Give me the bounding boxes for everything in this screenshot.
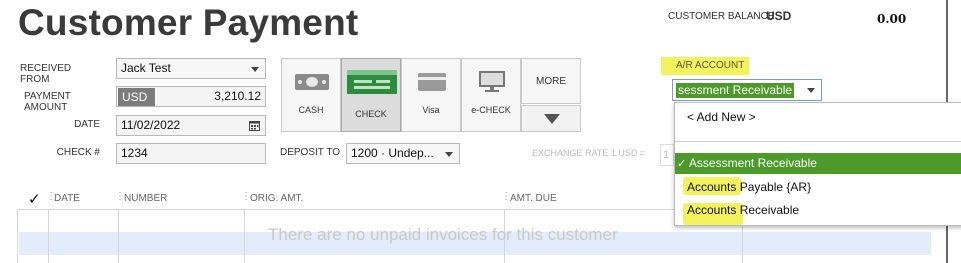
dropdown-separator	[675, 141, 961, 142]
payment-method-echeck[interactable]: e-CHECK	[461, 58, 521, 132]
column-divider	[48, 210, 49, 263]
column-date[interactable]: DATE	[54, 193, 80, 204]
exchange-rate-label: EXCHANGE RATE 1 USD =	[532, 148, 646, 158]
ar-account-dropdown: < Add New > ✓ Assessment Receivable Acco…	[674, 102, 961, 226]
ar-account-select[interactable]: sessment Receivable	[672, 79, 822, 101]
column-select-all[interactable]: ✓	[28, 190, 41, 208]
option-accounts-receivable[interactable]: Accounts Receivable	[675, 203, 961, 217]
received-from-label: RECEIVED FROM	[20, 63, 72, 85]
column-number[interactable]: NUMBER	[124, 193, 167, 204]
echeck-icon	[479, 71, 505, 92]
chevron-down-icon	[807, 88, 815, 93]
more-dropdown-button[interactable]	[521, 105, 581, 132]
chevron-down-icon	[445, 152, 453, 157]
checkmark-icon: ✓	[677, 158, 687, 170]
payment-method-cash-label: CASH	[298, 105, 324, 115]
deposit-to-value: 1200 · Undep...	[351, 146, 434, 160]
customer-balance-label: CUSTOMER BALANCE	[668, 11, 775, 22]
column-amt-due[interactable]: AMT. DUE	[510, 193, 557, 204]
more-payment-methods-button[interactable]: MORE	[521, 58, 581, 104]
payment-amount-label: PAYMENT AMOUNT	[24, 91, 71, 113]
deposit-to-select[interactable]: 1200 · Undep...	[346, 143, 460, 164]
customer-balance-value: 0.00	[877, 12, 907, 26]
customer-balance-currency: USD	[766, 9, 792, 23]
column-orig-amt[interactable]: ORIG. AMT.	[250, 193, 303, 204]
column-separator: ⋮	[241, 191, 251, 202]
column-separator: ⋮	[501, 191, 511, 202]
date-label: DATE	[74, 119, 100, 130]
deposit-to-label: DEPOSIT TO	[280, 147, 341, 158]
payment-method-echeck-label: e-CHECK	[471, 105, 511, 115]
payment-method-visa-label: Visa	[422, 105, 440, 115]
payment-method-check-label: CHECK	[355, 109, 387, 119]
page-title: Customer Payment	[18, 2, 359, 43]
check-icon	[347, 70, 397, 94]
option-accounts-payable-ar[interactable]: Accounts Payable {AR}	[675, 180, 961, 194]
check-number-field[interactable]: 1234	[116, 143, 266, 164]
chevron-down-icon	[544, 114, 560, 124]
ar-account-label: A/R ACCOUNT	[661, 57, 749, 75]
check-number-label: CHECK #	[56, 147, 100, 158]
payment-method-visa[interactable]: Visa	[401, 58, 461, 132]
exchange-rate-field: 1	[660, 144, 674, 166]
empty-table-message: There are no unpaid invoices for this cu…	[268, 225, 618, 244]
payment-currency-badge: USD	[118, 88, 155, 106]
column-separator: ⋮	[115, 191, 125, 202]
check-number-value: 1234	[121, 146, 148, 160]
chevron-down-icon	[251, 67, 259, 72]
date-value: 11/02/2022	[121, 118, 181, 132]
date-field[interactable]: 11/02/2022	[116, 115, 266, 136]
payment-method-check[interactable]: CHECK	[341, 58, 401, 132]
option-add-new[interactable]: < Add New >	[675, 110, 961, 124]
credit-card-icon	[418, 73, 446, 91]
ar-account-value: sessment Receivable	[676, 83, 795, 98]
column-divider	[244, 210, 245, 263]
cash-icon	[295, 74, 329, 90]
column-divider	[118, 210, 119, 263]
option-label: Assessment Receivable	[688, 156, 817, 170]
calendar-icon[interactable]	[249, 120, 260, 131]
payment-amount-value: 3,210.12	[214, 89, 261, 103]
received-from-select[interactable]: Jack Test	[116, 58, 266, 79]
option-assessment-receivable[interactable]: ✓ Assessment Receivable	[675, 153, 961, 174]
received-from-value: Jack Test	[121, 61, 171, 75]
payment-method-cash[interactable]: CASH	[281, 58, 341, 132]
